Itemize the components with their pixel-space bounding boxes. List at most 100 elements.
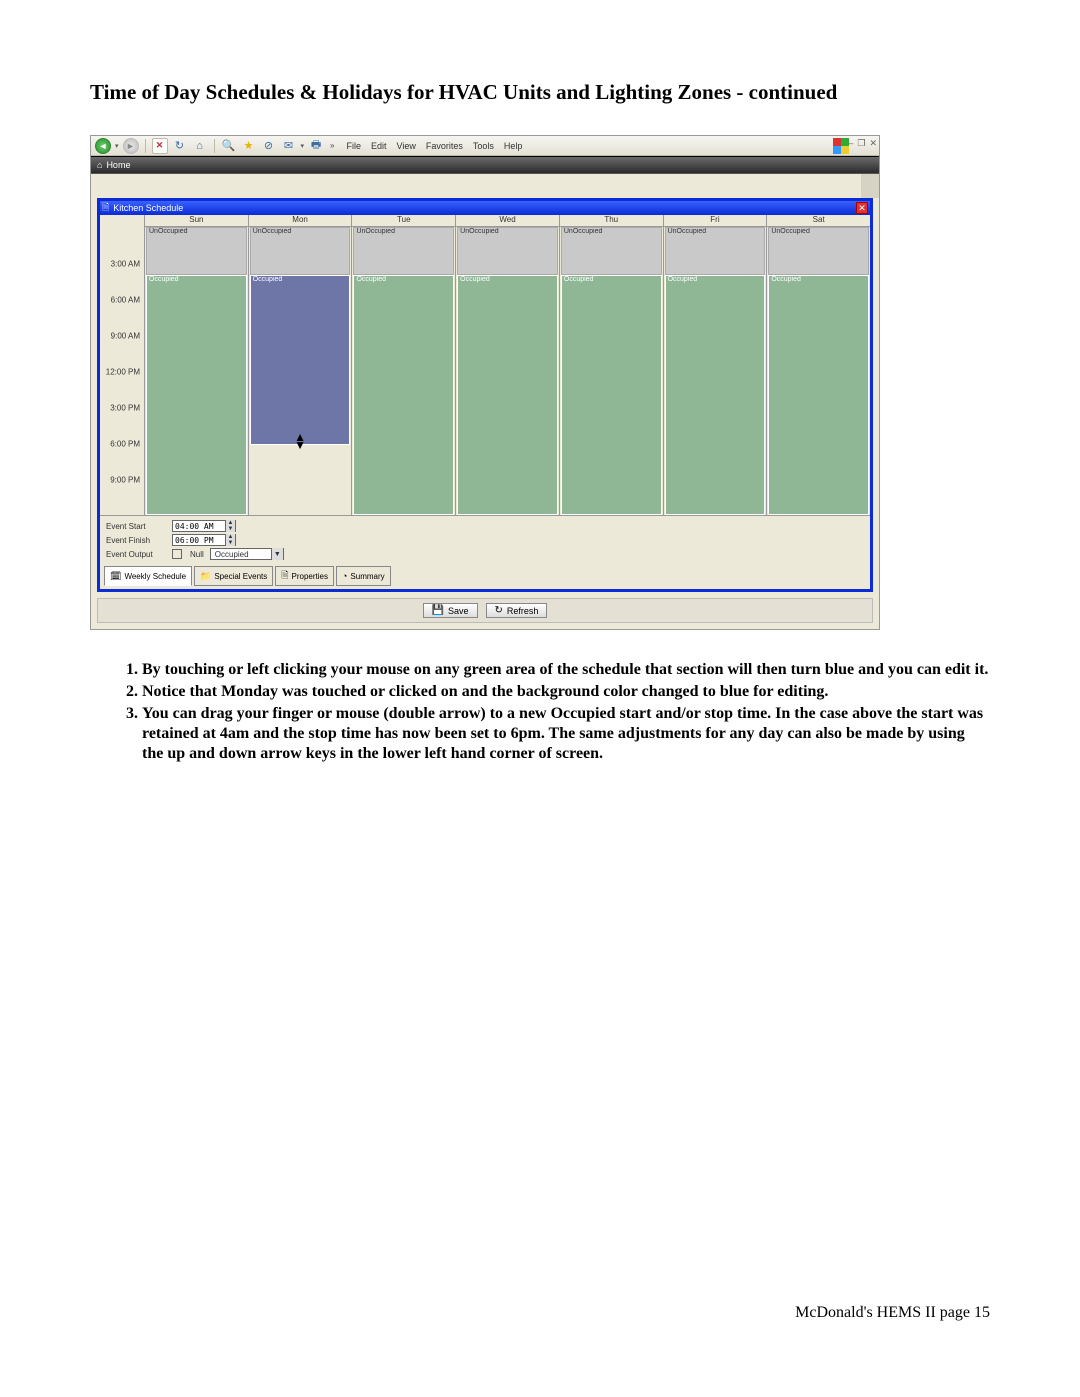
search-icon[interactable]	[221, 138, 237, 154]
day-column: TueUnOccupiedOccupied	[352, 215, 456, 515]
forward-icon[interactable]: ►	[123, 138, 139, 154]
occupied-block[interactable]: Occupied	[768, 275, 869, 515]
favorites-icon[interactable]	[241, 138, 257, 154]
resize-handle-icon[interactable]: ▲▼	[294, 433, 306, 449]
schedule-window-title: Kitchen Schedule	[102, 200, 183, 216]
unoccupied-block[interactable]: UnOccupied	[353, 227, 454, 275]
occupied-block[interactable]: Occupied	[146, 275, 247, 515]
menu-view[interactable]: View	[397, 141, 416, 151]
day-body[interactable]: UnOccupiedOccupied	[767, 227, 870, 515]
day-column: MonUnOccupiedOccupied▲▼	[249, 215, 353, 515]
schedule-window-titlebar[interactable]: Kitchen Schedule ✕	[100, 201, 870, 215]
page-footer: McDonald's HEMS II page 15	[90, 1304, 990, 1322]
button-label: Refresh	[507, 606, 539, 616]
occupied-block[interactable]: Occupied	[561, 275, 662, 515]
menu-help[interactable]: Help	[504, 141, 523, 151]
day-body[interactable]: UnOccupiedOccupied▲▼	[249, 227, 352, 515]
print-icon[interactable]	[308, 138, 324, 154]
day-header: Sat	[767, 215, 870, 227]
action-bar: 💾 Save ↻ Refresh	[97, 598, 873, 623]
day-column: WedUnOccupiedOccupied	[456, 215, 560, 515]
button-label: Save	[448, 606, 469, 616]
time-label: 9:00 AM	[111, 332, 140, 341]
event-start-input[interactable]	[173, 522, 225, 531]
menu-favorites[interactable]: Favorites	[426, 141, 463, 151]
tab-special-events[interactable]: 📁 Special Events	[194, 566, 273, 586]
schedule-tabs: 🗓 Weekly Schedule 📁 Special Events 🗎 Pro…	[100, 566, 870, 589]
history-icon[interactable]	[261, 138, 277, 154]
embedded-screenshot: ◄ ▾ ► ✕ ▾ » File Edit View Favorites Too…	[90, 135, 880, 630]
tab-label: Properties	[292, 572, 328, 581]
instruction-item: You can drag your finger or mouse (doubl…	[142, 704, 990, 764]
occupied-block[interactable]: Occupied	[665, 275, 766, 515]
day-header: Sun	[145, 215, 248, 227]
nav-home[interactable]: Home	[97, 160, 130, 170]
unoccupied-block[interactable]: UnOccupied	[665, 227, 766, 275]
page-title: Time of Day Schedules & Holidays for HVA…	[90, 80, 990, 105]
save-button[interactable]: 💾 Save	[423, 603, 478, 618]
time-label: 6:00 PM	[110, 440, 140, 449]
unoccupied-block[interactable]: UnOccupied	[561, 227, 662, 275]
browser-menubar: File Edit View Favorites Tools Help	[346, 141, 522, 151]
close-window-icon[interactable]: ✕	[869, 138, 877, 149]
event-output-value: Occupied	[211, 550, 271, 559]
occupied-block[interactable]: Occupied	[353, 275, 454, 515]
time-label: 3:00 AM	[111, 260, 140, 269]
minimize-icon[interactable]: –	[848, 138, 853, 149]
day-header: Tue	[352, 215, 455, 227]
event-edit-panel: Event Start ▲▼ Event Finish ▲▼ Event Out…	[100, 515, 870, 566]
day-header: Wed	[456, 215, 559, 227]
event-finish-spinner[interactable]: ▲▼	[172, 534, 236, 546]
restore-icon[interactable]: ❐	[857, 138, 865, 149]
null-checkbox[interactable]	[172, 549, 182, 559]
day-body[interactable]: UnOccupiedOccupied	[145, 227, 248, 515]
day-header: Fri	[664, 215, 767, 227]
day-body[interactable]: UnOccupiedOccupied	[352, 227, 455, 515]
browser-toolbar: ◄ ▾ ► ✕ ▾ » File Edit View Favorites Too…	[91, 136, 879, 156]
menu-file[interactable]: File	[346, 141, 361, 151]
event-finish-input[interactable]	[173, 536, 225, 545]
occupied-block-selected[interactable]: Occupied	[250, 275, 351, 445]
time-label: 6:00 AM	[111, 296, 140, 305]
day-body[interactable]: UnOccupiedOccupied	[456, 227, 559, 515]
chevron-down-icon[interactable]: ▼	[271, 548, 283, 560]
menu-tools[interactable]: Tools	[473, 141, 494, 151]
null-label: Null	[190, 550, 204, 559]
menu-edit[interactable]: Edit	[371, 141, 387, 151]
unoccupied-block[interactable]: UnOccupied	[768, 227, 869, 275]
day-column: SatUnOccupiedOccupied	[767, 215, 870, 515]
mail-icon[interactable]	[281, 138, 297, 154]
event-output-combo[interactable]: Occupied ▼	[210, 548, 284, 560]
day-body[interactable]: UnOccupiedOccupied	[664, 227, 767, 515]
tab-properties[interactable]: 🗎 Properties	[275, 566, 334, 586]
stop-icon[interactable]: ✕	[152, 138, 168, 154]
refresh-button[interactable]: ↻ Refresh	[486, 603, 548, 618]
unoccupied-block[interactable]: UnOccupied	[146, 227, 247, 275]
time-axis: 3:00 AM 6:00 AM 9:00 AM 12:00 PM 3:00 PM…	[100, 215, 145, 515]
document-icon: 🗎	[281, 568, 288, 584]
tab-weekly-schedule[interactable]: 🗓 Weekly Schedule	[104, 566, 192, 586]
unoccupied-block[interactable]: UnOccupied	[457, 227, 558, 275]
refresh-icon[interactable]	[172, 138, 188, 154]
time-label: 9:00 PM	[110, 476, 140, 485]
day-column: FriUnOccupiedOccupied	[664, 215, 768, 515]
home-icon[interactable]	[192, 138, 208, 154]
back-icon[interactable]: ◄	[95, 138, 111, 154]
schedule-window: Kitchen Schedule ✕ 3:00 AM 6:00 AM 9:00 …	[97, 198, 873, 592]
tab-summary[interactable]: ◔ Summary	[336, 566, 391, 586]
spinner-down-icon[interactable]: ▼	[225, 540, 235, 546]
toolbar-overflow-icon[interactable]: »	[328, 141, 336, 150]
spinner-down-icon[interactable]: ▼	[225, 526, 235, 532]
instruction-item: By touching or left clicking your mouse …	[142, 660, 990, 680]
time-label: 12:00 PM	[106, 368, 140, 377]
event-start-spinner[interactable]: ▲▼	[172, 520, 236, 532]
unoccupied-block[interactable]: UnOccupied	[250, 227, 351, 275]
day-body[interactable]: UnOccupiedOccupied	[560, 227, 663, 515]
occupied-block[interactable]: Occupied	[457, 275, 558, 515]
folder-icon: 📁	[200, 571, 211, 582]
day-header: Mon	[249, 215, 352, 227]
app-nav-bar: Home	[91, 156, 879, 174]
day-column: ThuUnOccupiedOccupied	[560, 215, 664, 515]
close-icon[interactable]: ✕	[856, 202, 868, 214]
schedule-grid: 3:00 AM 6:00 AM 9:00 AM 12:00 PM 3:00 PM…	[100, 215, 870, 515]
